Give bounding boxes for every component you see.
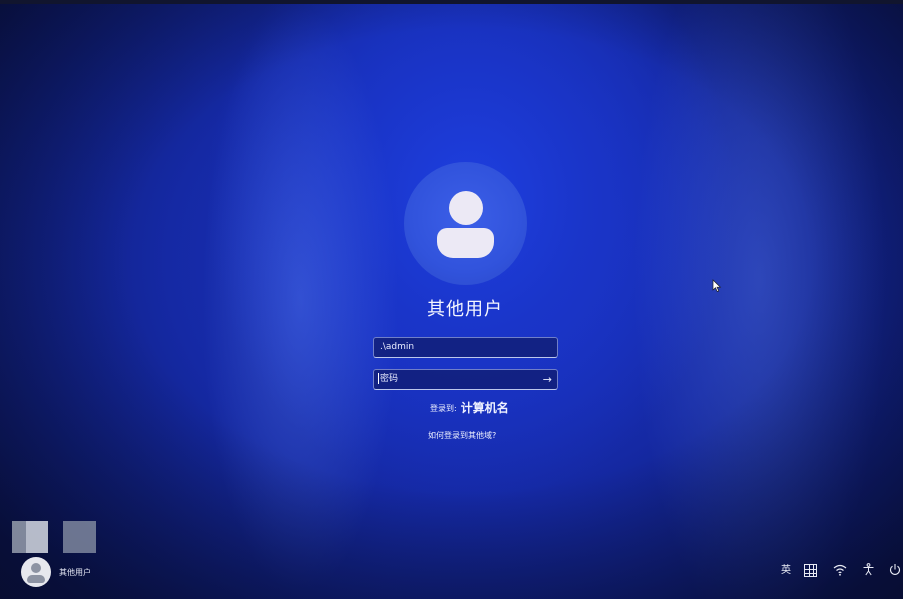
submit-arrow-icon[interactable]: → bbox=[543, 370, 552, 389]
wifi-icon[interactable] bbox=[833, 564, 847, 576]
avatar-head-icon bbox=[449, 191, 483, 225]
user-switch-label: 其他用户 bbox=[59, 568, 91, 577]
mouse-cursor-icon bbox=[712, 279, 722, 293]
power-icon[interactable] bbox=[889, 563, 901, 576]
password-placeholder: 密码 bbox=[380, 374, 399, 384]
blurred-user-tile bbox=[63, 521, 96, 553]
user-title: 其他用户 bbox=[427, 299, 503, 320]
username-value: .\admin bbox=[380, 342, 415, 352]
ime-language-button[interactable]: 英 bbox=[781, 564, 791, 578]
signin-to-row: 登录到: 计算机名 bbox=[430, 399, 509, 416]
small-avatar-body-icon bbox=[27, 575, 45, 583]
password-field[interactable]: 密码 → bbox=[373, 369, 558, 390]
other-domain-link[interactable]: 如何登录到其他域? bbox=[428, 430, 496, 441]
signin-to-label: 登录到: bbox=[430, 404, 457, 413]
avatar-body-icon bbox=[437, 228, 494, 258]
accessibility-icon[interactable] bbox=[862, 563, 875, 576]
username-field[interactable]: .\admin bbox=[373, 337, 558, 358]
monitor-bezel bbox=[0, 0, 903, 4]
text-caret bbox=[378, 373, 379, 384]
small-avatar-head-icon bbox=[31, 563, 41, 573]
ime-mode-icon[interactable] bbox=[804, 564, 817, 577]
blurred-user-tile bbox=[12, 521, 48, 553]
computer-name: 计算机名 bbox=[460, 401, 509, 415]
